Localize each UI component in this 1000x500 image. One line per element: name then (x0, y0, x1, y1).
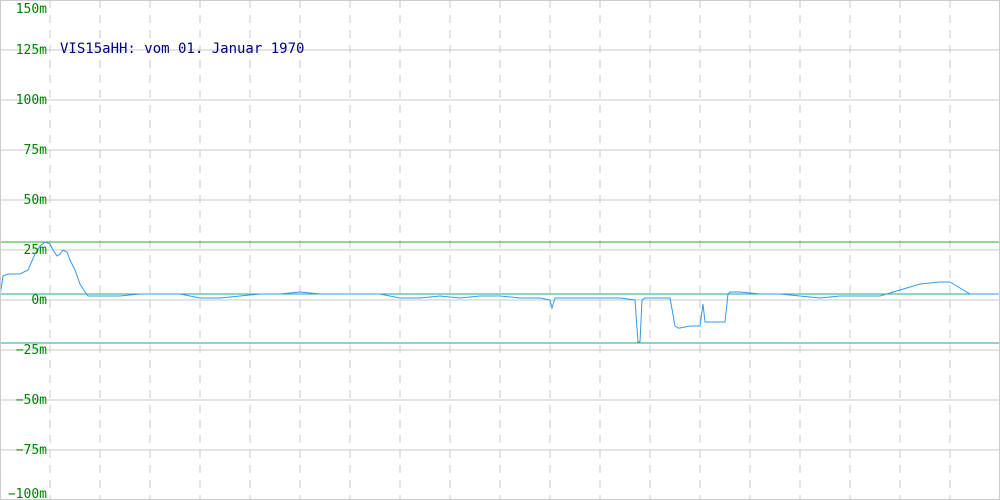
y-tick-label: 50m (24, 193, 48, 208)
y-tick-label: 75m (24, 143, 48, 158)
y-tick-label: −100m (8, 487, 47, 500)
y-tick-label: −75m (16, 443, 47, 458)
y-tick-label: 0m (31, 293, 47, 308)
chart-title: VIS15aHH: vom 01. Januar 1970 (60, 41, 304, 57)
y-tick-label: 125m (16, 43, 47, 58)
y-tick-label: 25m (24, 243, 48, 258)
line-chart: 150m 125m 100m 75m 50m 25m 0m −25m −50m −75m −100m… (0, 0, 1000, 500)
y-tick-label: −25m (16, 343, 47, 358)
y-tick-label: 100m (16, 93, 47, 108)
y-tick-label: 150m (16, 2, 47, 17)
y-tick-label: −50m (16, 393, 47, 408)
